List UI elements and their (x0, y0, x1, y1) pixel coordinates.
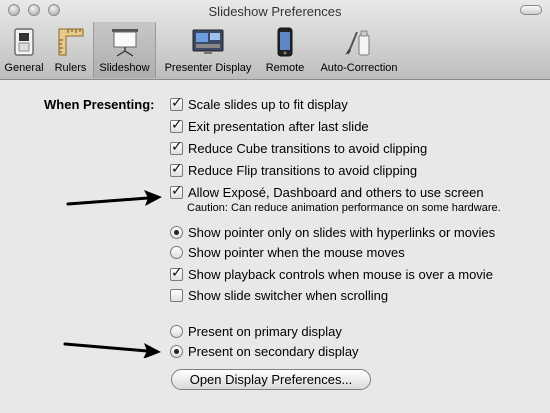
option-pointer-hyperlinks[interactable]: Show pointer only on slides with hyperli… (170, 223, 495, 241)
reduce-flip-checkbox[interactable] (170, 161, 183, 177)
tab-slideshow-label: Slideshow (99, 62, 150, 74)
tab-presenter-display-label: Presenter Display (164, 62, 252, 74)
tab-slideshow[interactable]: Slideshow (93, 22, 156, 78)
tab-general[interactable]: General (0, 22, 48, 78)
option-secondary-display[interactable]: Present on secondary display (170, 342, 359, 360)
secondary-display-label: Present on secondary display (188, 343, 359, 359)
arrow-annotation-expose (66, 190, 162, 206)
exit-after-last-checkbox[interactable] (170, 117, 183, 133)
primary-display-label: Present on primary display (188, 323, 342, 339)
titlebar: Slideshow Preferences General Rulers Sli… (0, 0, 550, 80)
option-allow-expose[interactable]: Allow Exposé, Dashboard and others to us… (170, 183, 484, 201)
allow-expose-label: Allow Exposé, Dashboard and others to us… (188, 184, 484, 200)
reduce-flip-label: Reduce Flip transitions to avoid clippin… (188, 162, 418, 178)
tab-presenter-display[interactable]: Presenter Display (158, 22, 258, 78)
scale-slides-label: Scale slides up to fit display (188, 96, 348, 112)
caution-note: Caution: Can reduce animation performanc… (187, 202, 501, 214)
pointer-mouse-moves-label: Show pointer when the mouse moves (188, 244, 405, 260)
playback-controls-checkbox[interactable] (170, 265, 183, 281)
tab-auto-correction-label: Auto-Correction (320, 62, 398, 74)
reduce-cube-label: Reduce Cube transitions to avoid clippin… (188, 140, 428, 156)
projector-screen-icon (108, 27, 142, 57)
exit-after-last-label: Exit presentation after last slide (188, 118, 369, 134)
pointer-hyperlinks-label: Show pointer only on slides with hyperli… (188, 224, 496, 240)
reduce-cube-checkbox[interactable] (170, 139, 183, 155)
secondary-display-radio[interactable] (170, 344, 183, 358)
playback-controls-label: Show playback controls when mouse is ove… (188, 266, 493, 282)
auto-correction-icon (342, 27, 376, 57)
tab-remote-label: Remote (265, 62, 305, 74)
option-scale-slides[interactable]: Scale slides up to fit display (170, 95, 348, 113)
tab-rulers-label: Rulers (54, 62, 87, 74)
tab-general-label: General (4, 62, 44, 74)
window-title: Slideshow Preferences (208, 4, 342, 19)
primary-display-radio[interactable] (170, 324, 183, 338)
option-exit-after-last[interactable]: Exit presentation after last slide (170, 117, 369, 135)
open-display-preferences-button[interactable]: Open Display Preferences... (171, 369, 371, 390)
option-playback-controls[interactable]: Show playback controls when mouse is ove… (170, 265, 493, 283)
general-switch-icon (7, 27, 41, 57)
slide-switcher-label: Show slide switcher when scrolling (188, 287, 389, 303)
preferences-content: When Presenting: Scale slides up to fit … (0, 80, 550, 413)
allow-expose-checkbox[interactable] (170, 183, 183, 199)
option-primary-display[interactable]: Present on primary display (170, 322, 342, 340)
scale-slides-checkbox[interactable] (170, 95, 183, 111)
arrow-annotation-secondary-display (63, 342, 161, 358)
iphone-icon (268, 27, 302, 57)
pointer-hyperlinks-radio[interactable] (170, 225, 183, 239)
tab-auto-correction[interactable]: Auto-Correction (312, 22, 406, 78)
tab-rulers[interactable]: Rulers (48, 22, 93, 78)
presenter-display-icon (191, 27, 225, 57)
option-slide-switcher[interactable]: Show slide switcher when scrolling (170, 286, 388, 304)
option-reduce-cube[interactable]: Reduce Cube transitions to avoid clippin… (170, 139, 427, 157)
tab-remote[interactable]: Remote (260, 22, 310, 78)
toolbar-toggle-button[interactable] (520, 5, 542, 15)
preferences-window: Slideshow Preferences General Rulers Sli… (0, 0, 550, 413)
when-presenting-label: When Presenting: (44, 97, 155, 112)
slide-switcher-checkbox[interactable] (170, 288, 183, 302)
pointer-mouse-moves-radio[interactable] (170, 245, 183, 259)
rulers-icon (54, 27, 88, 57)
option-pointer-mouse-moves[interactable]: Show pointer when the mouse moves (170, 243, 405, 261)
option-reduce-flip[interactable]: Reduce Flip transitions to avoid clippin… (170, 161, 417, 179)
toolbar: General Rulers Slideshow Presenter Displ… (0, 22, 550, 78)
